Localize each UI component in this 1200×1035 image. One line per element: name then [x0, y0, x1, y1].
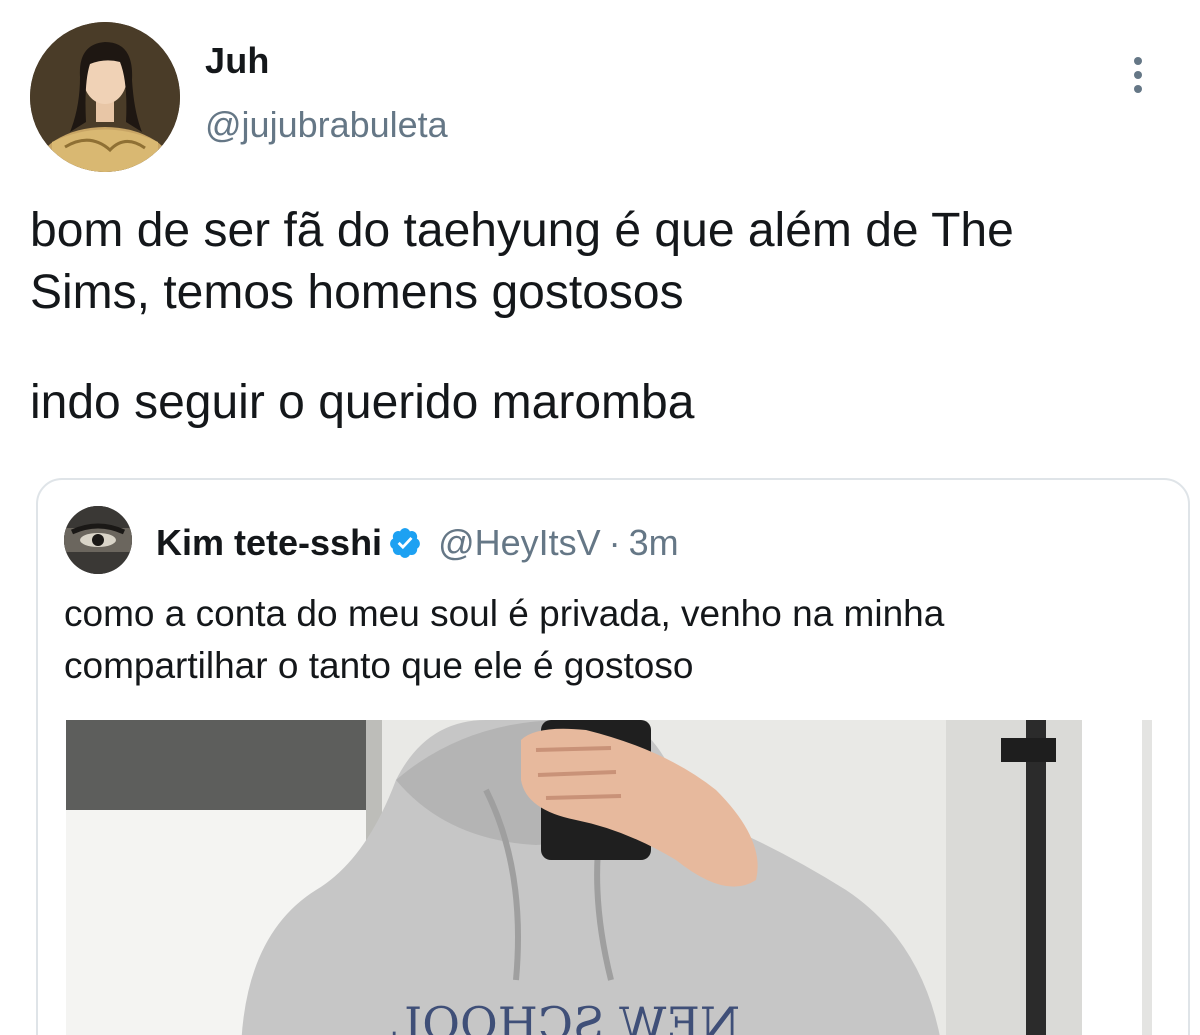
tweet-text-line: bom de ser fã do taehyung é que além de … [30, 204, 1014, 257]
author-name[interactable]: Juh [205, 40, 270, 82]
avatar-photo-icon [30, 22, 180, 172]
quoted-tweet-header: Kim tete-sshi @HeyItsV · 3m [156, 522, 679, 564]
quoted-tweet-card[interactable]: Kim tete-sshi @HeyItsV · 3m como a conta… [36, 478, 1190, 1035]
author-avatar[interactable] [30, 22, 180, 172]
quoted-tweet-media[interactable]: NEW SCHOOL [66, 720, 1082, 1035]
separator-dot: · [608, 522, 621, 563]
next-media-peek[interactable] [1142, 720, 1152, 1035]
quoted-author-avatar [64, 506, 132, 574]
quoted-tweet-text-line: como a conta do meu soul é privada, venh… [64, 593, 945, 634]
quoted-author-name[interactable]: Kim tete-sshi [156, 522, 382, 564]
mirror-selfie-photo: NEW SCHOOL [66, 720, 1082, 1035]
quoted-author-handle[interactable]: @HeyItsV [438, 522, 601, 564]
more-vertical-icon [1134, 57, 1142, 65]
shirt-print-text: NEW SCHOOL [392, 997, 741, 1035]
avatar-photo-icon [64, 506, 132, 574]
verified-badge-icon [388, 526, 422, 560]
author-handle[interactable]: @jujubrabuleta [205, 104, 448, 146]
more-vertical-icon-dot [1134, 71, 1142, 79]
tweet-view: Juh @jujubrabuleta bom de ser fã do taeh… [0, 0, 1200, 1035]
quoted-tweet-text-line: compartilhar o tanto que ele é gostoso [64, 645, 694, 686]
quoted-tweet-timestamp[interactable]: 3m [629, 522, 679, 564]
quoted-tweet-text: como a conta do meu soul é privada, venh… [64, 588, 1164, 692]
tweet-text: bom de ser fã do taehyung é que além de … [30, 200, 1150, 434]
tweet-text-line: indo seguir o querido maromba [30, 376, 695, 429]
more-options-button[interactable] [1118, 50, 1158, 100]
more-vertical-icon-dot [1134, 85, 1142, 93]
tweet-text-line: Sims, temos homens gostosos [30, 266, 684, 319]
